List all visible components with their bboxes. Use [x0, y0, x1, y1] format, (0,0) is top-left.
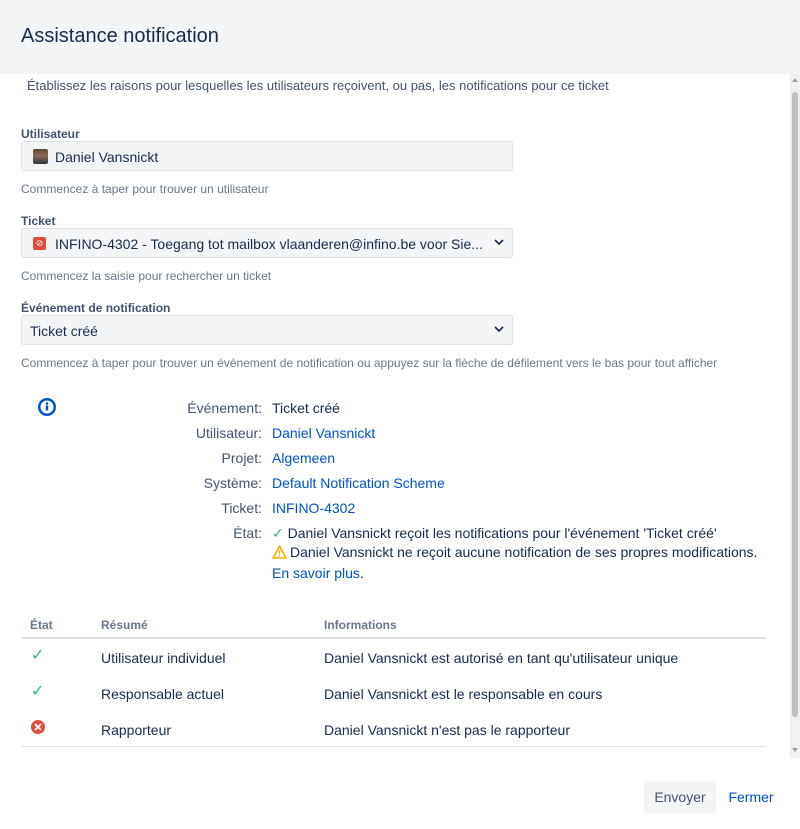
close-button[interactable]: Fermer: [722, 781, 780, 813]
info-icon: [37, 397, 57, 422]
learn-more-line: En savoir plus.: [272, 565, 364, 581]
send-button[interactable]: Envoyer: [644, 781, 716, 813]
learn-more-suffix: .: [359, 565, 364, 581]
intro-text: Établissez les raisons pour lesquelles l…: [27, 78, 609, 93]
event-hint: Commencez à taper pour trouver un événem…: [21, 356, 718, 370]
dialog-title: Assistance notification: [21, 25, 219, 47]
row-summary: Responsable actuel: [101, 686, 224, 702]
user-label: Utilisateur: [21, 127, 80, 141]
event-select-value: Ticket créé: [30, 323, 98, 339]
table-header-state: État: [30, 618, 53, 632]
detail-ticket-link[interactable]: INFINO-4302: [272, 500, 355, 516]
vertical-scrollbar[interactable]: [790, 74, 800, 758]
ticket-select-value: INFINO-4302 - Toegang tot mailbox vlaand…: [55, 236, 483, 252]
state-ok-text: Daniel Vansnickt reçoit les notification…: [287, 525, 717, 541]
row-summary: Utilisateur individuel: [101, 650, 226, 666]
ticket-type-icon: ⊘: [33, 237, 46, 250]
state-warn-text: Daniel Vansnickt ne reçoit aucune notifi…: [290, 544, 758, 560]
dialog-content: Établissez les raisons pour lesquelles l…: [0, 74, 790, 758]
user-hint: Commencez à taper pour trouver un utilis…: [21, 182, 269, 196]
row-info: Daniel Vansnickt est le responsable en c…: [324, 686, 603, 702]
table-bottom-divider: [22, 746, 766, 747]
detail-scheme-label: Système:: [203, 475, 262, 491]
ticket-label: Ticket: [21, 214, 56, 228]
check-icon: ✓: [31, 683, 45, 700]
detail-user-link[interactable]: Daniel Vansnickt: [272, 425, 375, 441]
detail-state-ok: ✓ Daniel Vansnickt reçoit les notificati…: [272, 525, 717, 542]
user-picker[interactable]: Daniel Vansnickt: [21, 141, 513, 171]
chevron-down-icon[interactable]: [494, 236, 504, 250]
detail-user-label: Utilisateur:: [195, 425, 262, 441]
check-icon: ✓: [31, 647, 45, 664]
detail-event-value: Ticket créé: [272, 400, 340, 416]
learn-more-link[interactable]: En savoir plus: [272, 565, 360, 581]
table-header-summary: Résumé: [101, 618, 148, 632]
chevron-down-icon[interactable]: [494, 323, 504, 337]
avatar: [33, 149, 48, 164]
scroll-up-icon[interactable]: [792, 78, 798, 82]
detail-state-label: État:: [233, 525, 262, 541]
ticket-hint: Commencez la saisie pour rechercher un t…: [21, 269, 272, 283]
detail-project-label: Projet:: [221, 450, 262, 466]
user-picker-value: Daniel Vansnickt: [55, 149, 159, 165]
ticket-select[interactable]: ⊘ INFINO-4302 - Toegang tot mailbox vlaa…: [21, 228, 513, 258]
row-summary: Rapporteur: [101, 722, 172, 738]
event-select[interactable]: Ticket créé: [21, 315, 513, 345]
row-info: Daniel Vansnickt est autorisé en tant qu…: [324, 650, 679, 666]
detail-state-warn: Daniel Vansnickt ne reçoit aucune notifi…: [272, 544, 757, 562]
row-info: Daniel Vansnickt n'est pas le rapporteur: [324, 722, 570, 738]
check-icon: ✓: [272, 525, 284, 541]
table-header-divider: [22, 637, 766, 639]
detail-scheme-link[interactable]: Default Notification Scheme: [272, 475, 445, 491]
warning-icon: [272, 545, 287, 562]
table-header-info: Informations: [324, 618, 397, 632]
dialog-header: Assistance notification: [0, 0, 800, 74]
detail-event-label: Événement:: [187, 400, 262, 416]
detail-ticket-label: Ticket:: [221, 500, 262, 516]
error-icon: [31, 720, 45, 739]
scrollbar-thumb[interactable]: [792, 92, 798, 717]
detail-project-link[interactable]: Algemeen: [272, 450, 335, 466]
event-label: Événement de notification: [21, 301, 171, 315]
scroll-down-icon[interactable]: [792, 748, 798, 752]
